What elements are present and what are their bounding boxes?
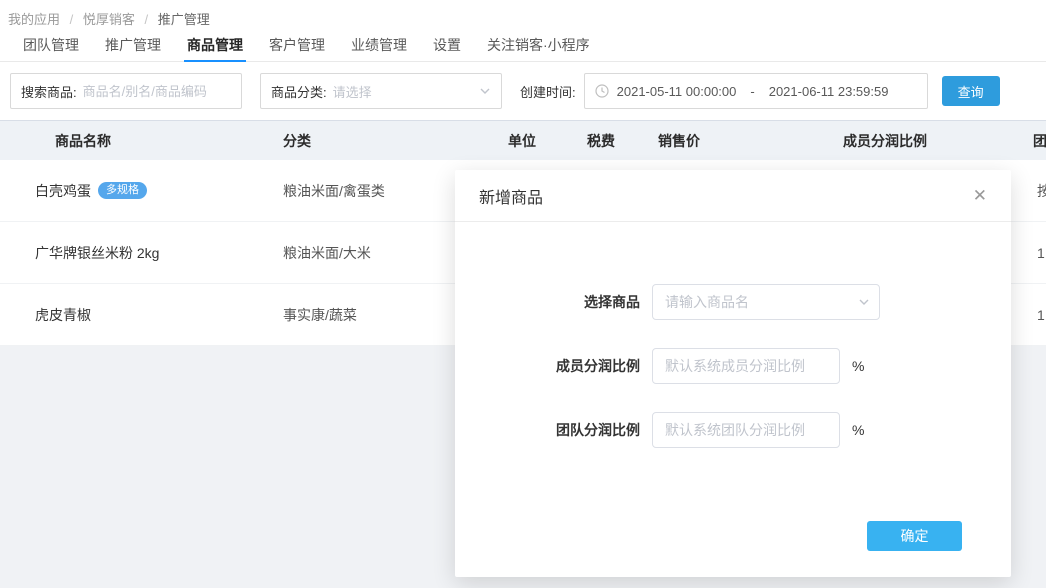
- search-label: 搜索商品:: [21, 84, 77, 100]
- tab-settings[interactable]: 设置: [420, 29, 474, 61]
- team-ratio-label: 团队分润比例: [556, 422, 640, 438]
- category-cell: 粮油米面/禽蛋类: [283, 182, 385, 199]
- confirm-button[interactable]: 确定: [867, 521, 962, 551]
- member-ratio-field: 成员分润比例 %: [495, 348, 1011, 384]
- col-member-ratio: 成员分润比例: [843, 132, 927, 149]
- modal-header: 新增商品 ✕: [455, 170, 1011, 222]
- modal-title: 新增商品: [479, 189, 544, 207]
- col-team-ratio: 团队分润比例: [1033, 132, 1046, 149]
- product-name: 广华牌银丝米粉 2kg: [35, 244, 160, 261]
- tab-team-management[interactable]: 团队管理: [10, 29, 92, 61]
- breadcrumb-item-my-apps[interactable]: 我的应用: [8, 12, 60, 27]
- product-search-box[interactable]: 搜索商品:: [10, 73, 242, 109]
- product-name: 白壳鸡蛋: [35, 182, 91, 199]
- select-product-field: 选择商品: [495, 284, 1011, 320]
- product-name-cell: 广华牌银丝米粉 2kg: [35, 243, 159, 263]
- col-product-name: 商品名称: [55, 132, 111, 149]
- product-name-cell: 白壳鸡蛋 多规格: [35, 181, 147, 201]
- breadcrumb-item-current: 推广管理: [157, 12, 210, 27]
- multi-spec-badge: 多规格: [98, 182, 147, 199]
- team-ratio-cell: 按: [1037, 182, 1046, 199]
- product-name: 虎皮青椒: [35, 306, 91, 323]
- breadcrumb-separator: /: [144, 12, 149, 27]
- date-start-value[interactable]: 2021-05-11 00:00:00: [617, 84, 737, 99]
- product-name-cell: 虎皮青椒: [35, 305, 91, 325]
- percent-suffix: %: [852, 422, 865, 438]
- category-label: 商品分类:: [271, 84, 327, 100]
- date-range-picker[interactable]: 2021-05-11 00:00:00 - 2021-06-11 23:59:5…: [583, 73, 928, 109]
- date-label: 创建时间:: [520, 84, 576, 100]
- breadcrumb-item-app[interactable]: 悦厚销客: [83, 12, 135, 27]
- chevron-down-icon: [480, 88, 490, 94]
- tab-follow-miniprogram[interactable]: 关注销客·小程序: [474, 29, 603, 61]
- col-unit: 单位: [508, 132, 536, 149]
- page: 我的应用 / 悦厚销客 / 推广管理 团队管理 推广管理 商品管理 客户管理 业…: [0, 0, 1046, 588]
- close-icon[interactable]: ✕: [973, 187, 987, 204]
- clock-icon: [595, 84, 609, 98]
- nav-tabs: 团队管理 推广管理 商品管理 客户管理 业绩管理 设置 关注销客·小程序: [0, 29, 1046, 62]
- team-ratio-input[interactable]: [652, 412, 840, 448]
- select-product-label: 选择商品: [584, 294, 640, 310]
- col-tax: 税费: [587, 132, 615, 149]
- col-sale-price: 销售价: [658, 132, 700, 149]
- category-cell: 粮油米面/大米: [283, 244, 371, 261]
- modal-body: 选择商品 成员分润比例 % 团队分润比例 %: [455, 222, 1011, 448]
- add-product-modal: 新增商品 ✕ 选择商品 成员分润比例 % 团队分润比例: [455, 170, 1011, 577]
- team-ratio-cell: 1: [1037, 306, 1045, 323]
- member-ratio-input[interactable]: [652, 348, 840, 384]
- tab-product-management[interactable]: 商品管理: [174, 29, 256, 62]
- table-header-row: 商品名称 分类 单位 税费 销售价 成员分润比例 团队分润比例: [0, 120, 1046, 160]
- team-ratio-cell: 1: [1037, 244, 1045, 261]
- date-separator: -: [750, 83, 755, 99]
- filter-bar: 搜索商品: 商品分类: 请选择 创建时间: 2021-05-11 00:00:0…: [0, 62, 1046, 120]
- category-placeholder: 请选择: [332, 84, 372, 100]
- tab-promotion-management[interactable]: 推广管理: [92, 29, 174, 61]
- date-end-value[interactable]: 2021-06-11 23:59:59: [769, 84, 889, 99]
- member-ratio-label: 成员分润比例: [556, 358, 640, 374]
- col-category: 分类: [283, 132, 311, 149]
- percent-suffix: %: [852, 358, 865, 374]
- search-input[interactable]: [82, 83, 231, 99]
- query-button[interactable]: 查询: [941, 76, 1000, 106]
- tab-customer-management[interactable]: 客户管理: [256, 29, 338, 61]
- chevron-down-icon[interactable]: [858, 296, 870, 308]
- breadcrumb: 我的应用 / 悦厚销客 / 推广管理: [0, 0, 1046, 29]
- team-ratio-field: 团队分润比例 %: [495, 412, 1011, 448]
- tab-performance-management[interactable]: 业绩管理: [338, 29, 420, 61]
- category-cell: 事实康/蔬菜: [283, 306, 357, 323]
- category-select[interactable]: 商品分类: 请选择: [260, 73, 502, 109]
- select-product-input[interactable]: [652, 284, 880, 320]
- breadcrumb-separator: /: [69, 12, 74, 27]
